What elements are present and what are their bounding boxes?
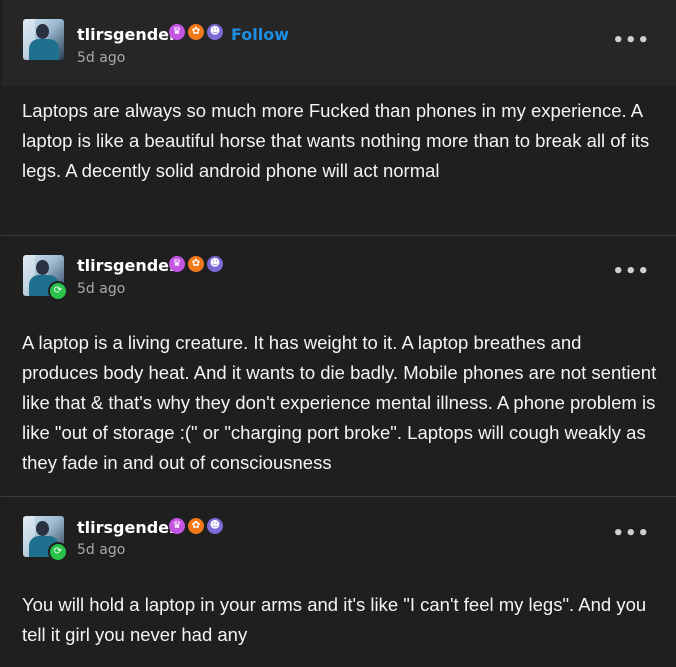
avatar[interactable] — [23, 19, 64, 60]
cupcake-badge-icon: ♛ — [169, 24, 185, 40]
follow-button[interactable]: Follow — [231, 25, 289, 44]
more-options-icon[interactable]: ••• — [612, 30, 650, 51]
cupcake-badge-icon: ♛ — [169, 518, 185, 534]
post-text: A laptop is a living creature. It has we… — [22, 332, 657, 473]
post-time[interactable]: 5d ago — [77, 542, 125, 558]
post-time[interactable]: 5d ago — [77, 281, 125, 297]
paw-badge-icon: ✿ — [188, 518, 204, 534]
more-options-icon[interactable]: ••• — [612, 523, 650, 544]
cupcake-badge-icon: ♛ — [169, 256, 185, 272]
post-2: ⟳ tlirsgender ♛ ✿ ☻ 5d ago ••• A laptop … — [2, 236, 676, 496]
paw-badge-icon: ✿ — [188, 24, 204, 40]
reblog-icon: ⟳ — [48, 281, 68, 301]
username[interactable]: tlirsgender — [77, 518, 177, 537]
username[interactable]: tlirsgender — [77, 25, 177, 44]
post-time[interactable]: 5d ago — [77, 50, 125, 66]
post-text: Laptops are always so much more Fucked t… — [22, 100, 650, 181]
post-header: tlirsgender ♛ ✿ ☻ Follow 5d ago ••• — [2, 0, 676, 86]
more-options-icon[interactable]: ••• — [612, 261, 650, 282]
avatar-head — [36, 24, 49, 39]
avatar-head — [36, 521, 49, 536]
ghost-badge-icon: ☻ — [207, 256, 223, 272]
user-badges: ♛ ✿ ☻ — [169, 24, 223, 40]
user-badges: ♛ ✿ ☻ — [169, 256, 223, 272]
user-badges: ♛ ✿ ☻ — [169, 518, 223, 534]
paw-badge-icon: ✿ — [188, 256, 204, 272]
reblog-icon: ⟳ — [48, 542, 68, 562]
post-3: ⟳ tlirsgender ♛ ✿ ☻ 5d ago ••• You will … — [2, 497, 676, 667]
avatar-head — [36, 260, 49, 275]
post-1: tlirsgender ♛ ✿ ☻ Follow 5d ago ••• Lapt… — [2, 0, 676, 235]
avatar-body — [29, 39, 59, 60]
ghost-badge-icon: ☻ — [207, 24, 223, 40]
ghost-badge-icon: ☻ — [207, 518, 223, 534]
post-text: You will hold a laptop in your arms and … — [22, 594, 647, 645]
username[interactable]: tlirsgender — [77, 256, 177, 275]
